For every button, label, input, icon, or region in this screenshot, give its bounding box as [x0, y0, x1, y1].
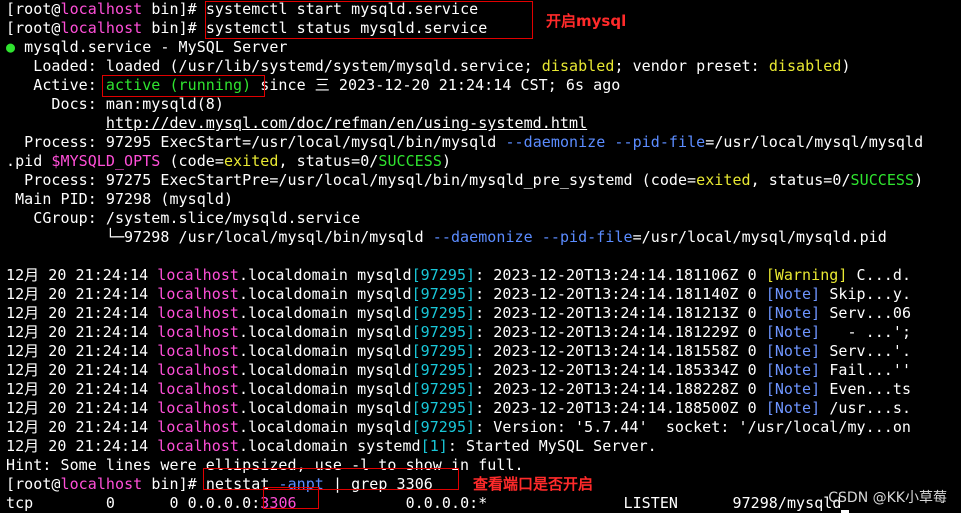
log-msg: : 2023-12-20T13:24:14.181106Z 0 — [475, 266, 766, 284]
log-host: localhost — [157, 380, 239, 398]
log-date: 12月 20 21:24:14 — [6, 380, 158, 398]
log-date: 12月 20 21:24:14 — [6, 342, 158, 360]
log-host: localhost — [157, 266, 239, 284]
log-host: localhost — [157, 399, 239, 417]
log-host: localhost — [157, 323, 239, 341]
log-line: 12月 20 21:24:14 localhost.localdomain my… — [6, 266, 911, 285]
log-msg: : 2023-12-20T13:24:14.181213Z 0 — [475, 304, 766, 322]
process-line-2: Process: 97275 ExecStartPre=/usr/local/m… — [6, 171, 924, 189]
log-tag: [Note] — [765, 399, 821, 417]
loaded-line: Loaded: loaded (/usr/lib/systemd/system/… — [6, 57, 851, 75]
log-pid: [97295] — [411, 285, 476, 303]
status-dot-icon: ● — [6, 38, 16, 56]
docs-line: Docs: man:mysqld(8) — [6, 95, 224, 113]
log-proc: mysqld — [347, 304, 412, 322]
log-domain: .localdomain — [239, 380, 348, 398]
log-tag: [Note] — [765, 285, 821, 303]
log-domain: .localdomain — [239, 304, 348, 322]
service-title-line: ● mysqld.service - MySQL Server — [6, 38, 288, 56]
log-tail: /usr...s. — [820, 399, 912, 417]
log-pid: [97295] — [411, 304, 476, 322]
log-pid: [97295] — [411, 361, 476, 379]
log-tag: [Note] — [765, 304, 821, 322]
log-tag: [Note] — [765, 323, 821, 341]
log-msg: : 2023-12-20T13:24:14.181558Z 0 — [475, 342, 766, 360]
log-line: 12月 20 21:24:14 localhost.localdomain my… — [6, 285, 911, 304]
docs-url-link[interactable]: http://dev.mysql.com/doc/refman/en/using… — [106, 114, 587, 132]
log-proc: mysqld — [347, 285, 412, 303]
start-status-cmd-highlight-box — [205, 1, 533, 39]
log-msg: : 2023-12-20T13:24:14.181140Z 0 — [475, 285, 766, 303]
log-domain: .localdomain — [239, 361, 348, 379]
log-line: 12月 20 21:24:14 localhost.localdomain my… — [6, 323, 911, 342]
watermark: CSDN @KK小草莓 — [828, 490, 947, 506]
process-line-1: Process: 97295 ExecStart=/usr/local/mysq… — [6, 133, 924, 151]
process-line-1-wrap: .pid $MYSQLD_OPTS (code=exited, status=0… — [6, 152, 452, 170]
cgroup-tree-line: └─97298 /usr/local/mysql/bin/mysqld --da… — [6, 228, 887, 246]
docs-url-line: http://dev.mysql.com/doc/refman/en/using… — [6, 114, 587, 133]
log-line: 12月 20 21:24:14 localhost.localdomain my… — [6, 361, 911, 380]
log-tail: Fail...'' — [820, 361, 912, 379]
log-domain: .localdomain — [239, 285, 348, 303]
netstat-result-line: tcp 0 0 0.0.0.0:3306 0.0.0.0:* LISTEN 97… — [6, 494, 850, 513]
log-proc: mysqld — [347, 380, 412, 398]
netstat-cmd-highlight-box — [203, 468, 459, 490]
log-host: localhost — [157, 361, 239, 379]
log-pid: [97295] — [411, 380, 476, 398]
log-msg: : 2023-12-20T13:24:14.185334Z 0 — [475, 361, 766, 379]
log-msg: : 2023-12-20T13:24:14.188500Z 0 — [475, 399, 766, 417]
log-line-started: 12月 20 21:24:14 localhost.localdomain sy… — [6, 437, 657, 455]
active-line: Active: active (running) since 三 2023-12… — [6, 76, 621, 94]
log-tail: Serv...06 — [820, 304, 912, 322]
log-pid: [97295] — [411, 323, 476, 341]
log-domain: .localdomain — [239, 323, 348, 341]
active-status-highlight-box — [102, 75, 265, 97]
log-pid: [97295] — [411, 342, 476, 360]
log-line-version: 12月 20 21:24:14 localhost.localdomain my… — [6, 418, 912, 436]
log-date: 12月 20 21:24:14 — [6, 285, 158, 303]
log-host: localhost — [157, 342, 239, 360]
log-tag: [Note] — [765, 342, 821, 360]
log-domain: .localdomain — [239, 266, 348, 284]
log-tail: Serv...'. — [820, 342, 912, 360]
log-line: 12月 20 21:24:14 localhost.localdomain my… — [6, 304, 911, 323]
port-highlight-box — [263, 487, 319, 509]
log-proc: mysqld — [347, 399, 412, 417]
log-date: 12月 20 21:24:14 — [6, 266, 158, 284]
cgroup-line: CGroup: /system.slice/mysqld.service — [6, 209, 361, 227]
log-proc: mysqld — [347, 342, 412, 360]
log-line: 12月 20 21:24:14 localhost.localdomain my… — [6, 399, 911, 418]
log-pid: [97295] — [411, 266, 476, 284]
log-date: 12月 20 21:24:14 — [6, 399, 158, 417]
annotation-check-port: 查看端口是否开启 — [473, 475, 594, 493]
log-date: 12月 20 21:24:14 — [6, 323, 158, 341]
log-host: localhost — [157, 285, 239, 303]
log-tail: - ...'; — [820, 323, 912, 341]
annotation-open-mysql: 开启mysql — [546, 12, 627, 30]
log-msg: : 2023-12-20T13:24:14.181229Z 0 — [475, 323, 766, 341]
log-date: 12月 20 21:24:14 — [6, 304, 158, 322]
log-tail: Skip...y. — [820, 285, 912, 303]
log-tail: Even...ts — [820, 380, 912, 398]
log-proc: mysqld — [347, 266, 412, 284]
log-pid: [97295] — [411, 399, 476, 417]
log-host: localhost — [157, 304, 239, 322]
log-tag: [Note] — [765, 361, 821, 379]
terminal-window[interactable]: [root@localhost bin]# systemctl start my… — [0, 0, 961, 513]
log-proc: mysqld — [347, 323, 412, 341]
log-date: 12月 20 21:24:14 — [6, 361, 158, 379]
main-pid-line: Main PID: 97298 (mysqld) — [6, 190, 234, 208]
log-line: 12月 20 21:24:14 localhost.localdomain my… — [6, 342, 911, 361]
log-domain: .localdomain — [239, 399, 348, 417]
log-proc: mysqld — [347, 361, 412, 379]
log-tag: [Warning] — [765, 266, 848, 284]
log-tail: C...d. — [847, 266, 912, 284]
log-line: 12月 20 21:24:14 localhost.localdomain my… — [6, 380, 911, 399]
log-tag: [Note] — [765, 380, 821, 398]
log-msg: : 2023-12-20T13:24:14.188228Z 0 — [475, 380, 766, 398]
log-domain: .localdomain — [239, 342, 348, 360]
